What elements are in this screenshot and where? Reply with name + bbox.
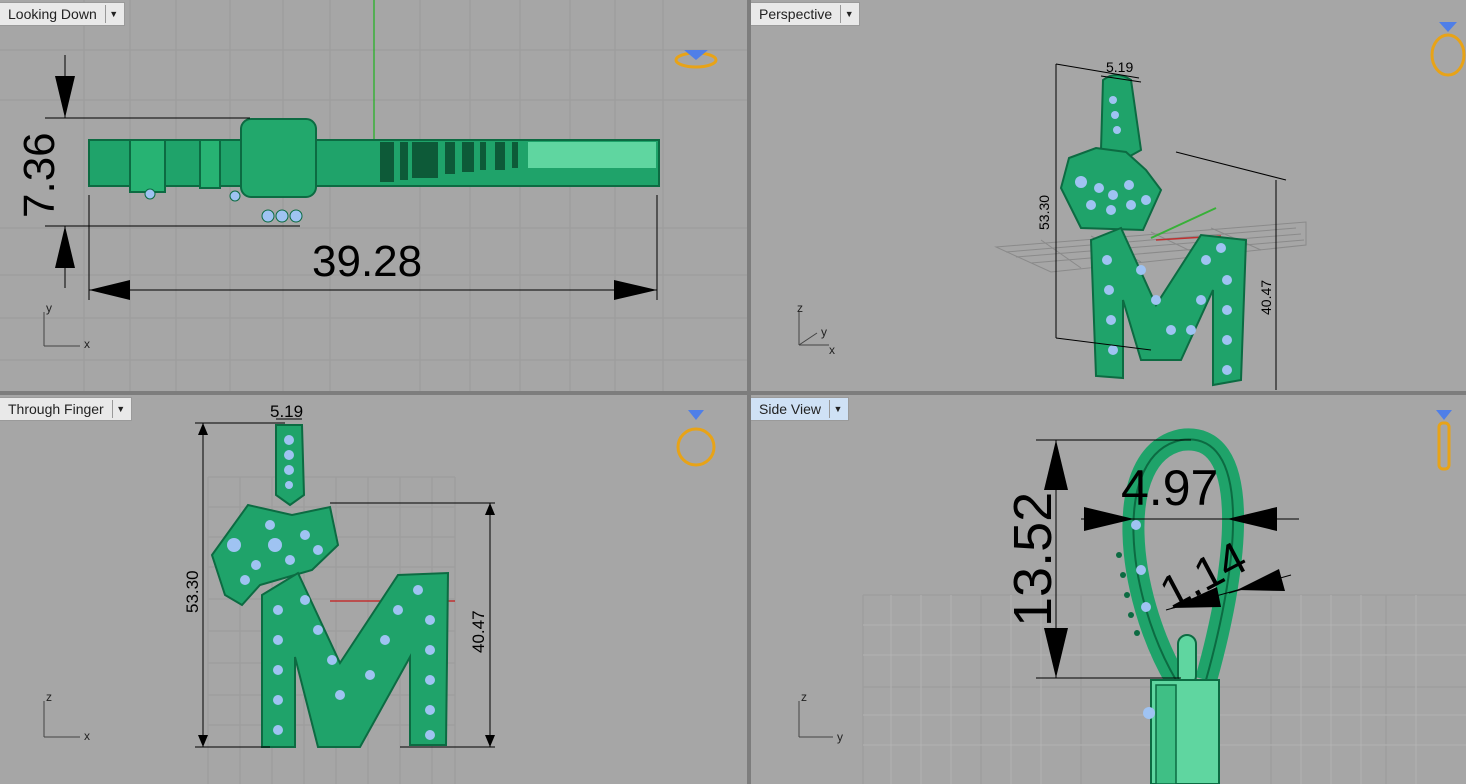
axis-label-y: y	[46, 301, 52, 315]
dimension-bail-height: 13.52	[1003, 492, 1063, 627]
dimension-total-height: 53.30	[1036, 195, 1052, 230]
ring-view-widget-icon[interactable]	[676, 410, 716, 467]
axis-label-y: y	[821, 325, 827, 339]
axis-label-z: z	[46, 690, 52, 704]
axis-label-x: x	[829, 343, 835, 357]
viewport-tab-through-finger[interactable]: Through Finger ▼	[0, 397, 132, 421]
through-finger-scene[interactable]: 5.19 53.30 40.47 z x	[0, 395, 747, 784]
axis-label-x: x	[84, 337, 90, 351]
chevron-down-icon[interactable]: ▼	[840, 5, 855, 23]
dimension-width: 39.28	[312, 237, 422, 286]
chevron-down-icon[interactable]: ▼	[829, 400, 844, 418]
looking-down-scene[interactable]: 7.36 39.28 y x	[0, 0, 747, 391]
viewport-looking-down[interactable]: 7.36 39.28 y x Looking Down ▼	[0, 0, 747, 391]
axis-label-z: z	[801, 690, 807, 704]
axis-label-y: y	[837, 730, 843, 744]
side-view-scene[interactable]: 13.52 4.97 1.14 z y	[751, 395, 1466, 784]
dimension-letter-height: 40.47	[1258, 280, 1274, 315]
axis-label-x: x	[84, 729, 90, 743]
dimension-bail-width: 4.97	[1121, 460, 1218, 516]
viewport-tab-side-view[interactable]: Side View ▼	[751, 397, 850, 421]
viewport-through-finger[interactable]: 5.19 53.30 40.47 z x Through Finger ▼	[0, 395, 747, 784]
dimension-total-height: 53.30	[183, 570, 202, 613]
viewport-title: Side View	[759, 401, 822, 417]
pendant-model	[1059, 74, 1248, 387]
dimension-height: 7.36	[15, 132, 64, 218]
dimension-bail-width: 5.19	[270, 402, 303, 421]
viewport-side-view[interactable]: 13.52 4.97 1.14 z y Side View ▼	[751, 395, 1466, 784]
axis-label-z: z	[797, 301, 803, 315]
viewport-title: Perspective	[759, 6, 833, 22]
viewport-tab-looking-down[interactable]: Looking Down ▼	[0, 2, 125, 26]
viewport-tab-perspective[interactable]: Perspective ▼	[751, 2, 861, 26]
viewport-perspective[interactable]: 5.19 53.30 40.47 z y x Perspective ▼	[751, 0, 1466, 391]
viewport-title: Through Finger	[8, 401, 104, 417]
chevron-down-icon[interactable]: ▼	[104, 5, 120, 23]
dimension-letter-height: 40.47	[469, 610, 488, 653]
dimension-bail-width: 5.19	[1106, 59, 1133, 75]
ring-view-widget-icon[interactable]	[1430, 22, 1466, 77]
ring-side-view-widget-icon[interactable]	[1436, 410, 1452, 471]
perspective-scene[interactable]: 5.19 53.30 40.47 z y x	[751, 0, 1466, 391]
ring-view-widget-icon[interactable]	[674, 50, 718, 69]
chevron-down-icon[interactable]: ▼	[111, 400, 127, 418]
viewport-title: Looking Down	[8, 6, 97, 22]
pendant-model	[210, 424, 450, 748]
